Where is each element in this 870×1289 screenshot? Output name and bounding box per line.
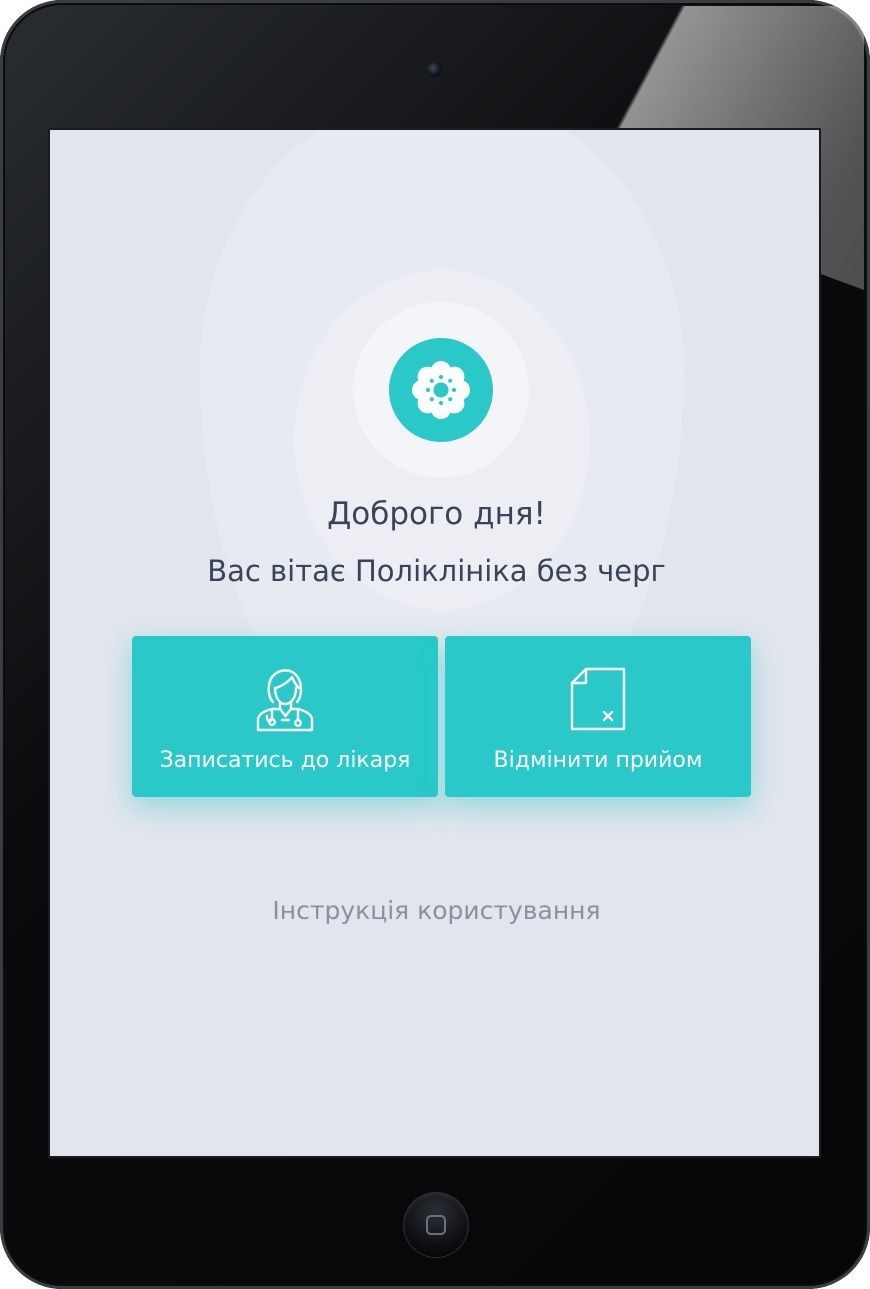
home-icon: [426, 1215, 446, 1235]
tablet-frame: Доброго дня! Вас вітає Поліклініка без ч…: [0, 0, 870, 1289]
cancel-document-icon: [570, 667, 626, 731]
welcome-subtitle: Вас вітає Поліклініка без черг: [207, 554, 666, 588]
home-button[interactable]: [404, 1193, 468, 1257]
book-appointment-button[interactable]: Записатись до лікаря: [132, 636, 438, 797]
clinic-logo: [389, 338, 493, 442]
cancel-appointment-label: Відмінити прийом: [493, 748, 703, 773]
flower-icon: [412, 361, 470, 419]
cancel-appointment-button[interactable]: Відмінити прийом: [445, 636, 751, 797]
front-camera: [427, 62, 442, 77]
book-appointment-label: Записатись до лікаря: [159, 748, 411, 773]
doctor-icon: [256, 669, 314, 732]
app-screen: Доброго дня! Вас вітає Поліклініка без ч…: [48, 128, 821, 1158]
greeting-title: Доброго дня!: [327, 496, 546, 532]
user-manual-link[interactable]: Інструкція користування: [50, 896, 819, 925]
